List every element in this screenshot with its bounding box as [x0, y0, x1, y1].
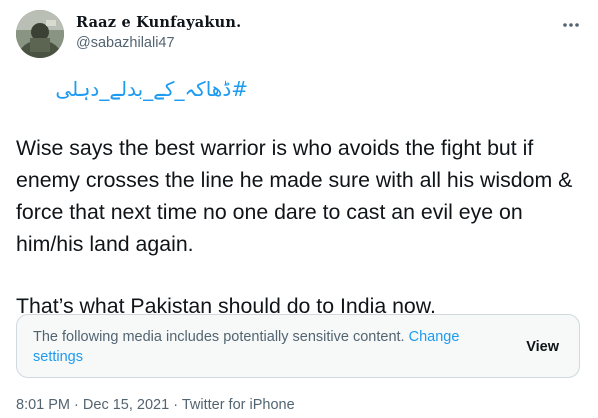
tweet-paragraph-1: Wise says the best warrior is who avoids…: [16, 136, 573, 256]
tweet: Raaz e Kunfayakun. @sabazhilali47 #ڈھاکہ…: [0, 0, 598, 418]
author-display-name[interactable]: Raaz e Kunfayakun.: [76, 14, 241, 32]
avatar[interactable]: [16, 10, 64, 58]
author-handle[interactable]: @sabazhilali47: [76, 34, 241, 52]
tweet-time[interactable]: 8:01 PM: [16, 397, 70, 413]
meta-separator: ·: [173, 397, 179, 413]
sensitive-notice-text: The following media includes potentially…: [33, 327, 493, 367]
tweet-date[interactable]: Dec 15, 2021: [83, 397, 169, 413]
more-options-icon[interactable]: [560, 14, 582, 36]
avatar-photo-icon: [16, 10, 64, 58]
tweet-meta: 8:01 PM · Dec 15, 2021 · Twitter for iPh…: [16, 395, 295, 415]
view-media-button[interactable]: View: [526, 337, 559, 357]
author-block: Raaz e Kunfayakun. @sabazhilali47: [76, 14, 241, 52]
sensitive-notice-message: The following media includes potentially…: [33, 329, 405, 345]
meta-separator: ·: [74, 397, 79, 413]
sensitive-content-notice: The following media includes potentially…: [16, 314, 580, 378]
tweet-text: Wise says the best warrior is who avoids…: [16, 132, 584, 322]
tweet-source[interactable]: Twitter for iPhone: [182, 397, 295, 413]
hashtag-link[interactable]: #ڈھاکہ_کے_بدلے_دہلی: [55, 74, 248, 104]
